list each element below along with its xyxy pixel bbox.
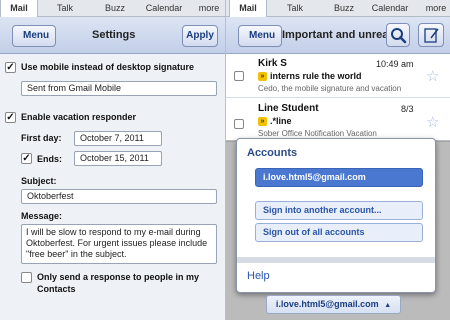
signature-field[interactable]: Sent from Gmail Mobile: [21, 81, 217, 96]
email-row[interactable]: Kirk S 10:49 am » interns rule the world…: [226, 55, 450, 98]
account-switcher-label: i.love.html5@gmail.com: [275, 299, 379, 309]
menu-button[interactable]: Menu: [238, 25, 283, 47]
search-icon: [391, 28, 407, 44]
tab-bar: Mail Talk Buzz Calendar more: [226, 0, 450, 18]
sign-in-another-button[interactable]: Sign into another account...: [255, 201, 423, 220]
important-marker-icon: »: [258, 117, 267, 126]
toolbar: Menu Important and unread: [226, 17, 450, 54]
tab-mail[interactable]: Mail: [229, 0, 267, 18]
star-icon[interactable]: ☆: [426, 113, 439, 131]
inbox-pane: Mail Talk Buzz Calendar more Menu Import…: [225, 0, 450, 320]
caret-up-icon: ▲: [384, 302, 392, 309]
first-day-field[interactable]: October 7, 2011: [74, 131, 162, 146]
compose-icon: [424, 28, 439, 43]
tab-more[interactable]: more: [422, 0, 450, 17]
tab-buzz[interactable]: Buzz: [326, 0, 362, 17]
tab-calendar[interactable]: Calendar: [140, 0, 188, 17]
first-day-label: First day:: [21, 133, 62, 143]
star-icon[interactable]: ☆: [426, 67, 439, 85]
message-label: Message:: [21, 211, 63, 221]
tab-buzz[interactable]: Buzz: [96, 0, 134, 17]
tab-calendar[interactable]: Calendar: [366, 0, 414, 17]
page-title: Important and unread: [282, 29, 396, 41]
search-button[interactable]: [386, 23, 410, 47]
important-marker-icon: »: [258, 72, 267, 81]
contacts-only-label: Only send a response to people in my Con…: [37, 272, 200, 294]
ends-label: Ends:: [37, 154, 63, 164]
email-row[interactable]: Line Student 8/3 » .*line Sober Office N…: [226, 99, 450, 142]
tab-mail[interactable]: Mail: [0, 0, 38, 18]
tab-talk[interactable]: Talk: [48, 0, 82, 17]
ends-field[interactable]: October 15, 2011: [74, 151, 162, 166]
account-switcher[interactable]: i.love.html5@gmail.com ▲: [266, 295, 401, 314]
sign-out-all-button[interactable]: Sign out of all accounts: [255, 223, 423, 242]
thread-count: 8/3: [401, 104, 414, 114]
menu-button[interactable]: Menu: [12, 25, 57, 47]
message-field[interactable]: I will be slow to respond to my e-mail d…: [21, 224, 217, 264]
apply-button[interactable]: Apply: [182, 25, 218, 47]
email-checkbox[interactable]: [234, 71, 244, 81]
compose-button[interactable]: [418, 23, 444, 47]
vacation-checkbox[interactable]: ✓: [5, 112, 16, 123]
subject: .*line: [270, 116, 292, 126]
sender: Line Student: [258, 103, 319, 114]
contacts-only-checkbox[interactable]: [21, 272, 32, 283]
subject-field[interactable]: Oktoberfest: [21, 189, 217, 204]
settings-pane: Mail Talk Buzz Calendar more Menu Settin…: [0, 0, 225, 320]
tab-talk[interactable]: Talk: [278, 0, 312, 17]
vacation-label: Enable vacation responder: [21, 112, 137, 122]
accounts-popup: Accounts i.love.html5@gmail.com Sign int…: [236, 138, 436, 293]
accounts-title: Accounts: [247, 147, 298, 159]
subject-label: Subject:: [21, 176, 57, 186]
sender: Kirk S: [258, 58, 287, 69]
tab-bar: Mail Talk Buzz Calendar more: [0, 0, 225, 18]
divider: [237, 257, 435, 263]
snippet: Cedo, the mobile signature and vacation: [258, 84, 402, 93]
help-link[interactable]: Help: [247, 270, 270, 282]
subject: interns rule the world: [270, 71, 362, 81]
snippet: Sober Office Notification Vacation: [258, 129, 377, 138]
email-checkbox[interactable]: [234, 119, 244, 129]
tab-more[interactable]: more: [195, 0, 223, 17]
time: 10:49 am: [376, 59, 414, 69]
toolbar: Menu Settings Apply: [0, 17, 225, 54]
current-account-button[interactable]: i.love.html5@gmail.com: [255, 168, 423, 187]
page-title: Settings: [92, 29, 136, 41]
mobile-signature-checkbox[interactable]: ✓: [5, 62, 16, 73]
ends-checkbox[interactable]: ✓: [21, 153, 32, 164]
mobile-signature-label: Use mobile instead of desktop signature: [21, 62, 195, 72]
